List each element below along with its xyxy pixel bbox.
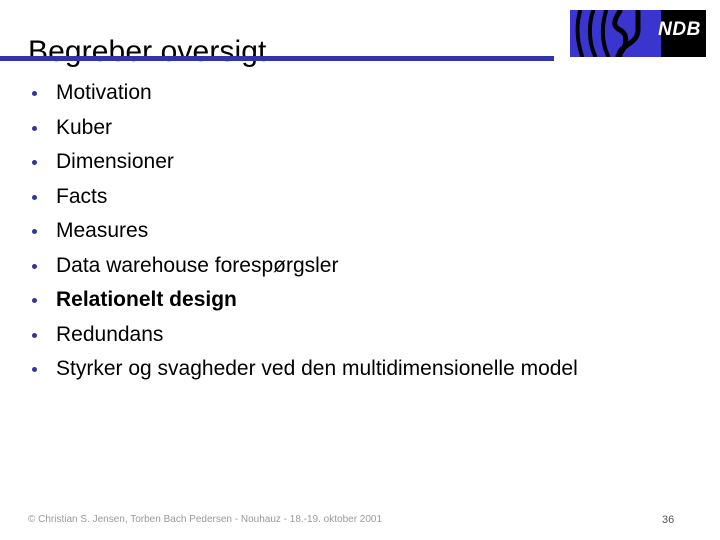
bullet-dot-icon	[32, 367, 37, 372]
bullet-dot-icon	[32, 194, 37, 200]
list-item: Redundans	[28, 318, 688, 353]
bullet-dot-icon	[32, 332, 37, 338]
footer-credit: © Christian S. Jensen, Torben Bach Peder…	[28, 514, 383, 525]
list-item: Facts	[28, 180, 688, 215]
list-item: Dimensioner	[28, 145, 688, 180]
list-item: Relationelt design	[28, 283, 688, 318]
list-item: Measures	[28, 214, 688, 249]
list-item: Styrker og svagheder ved den multidimens…	[28, 352, 688, 387]
bullet-dot-icon	[32, 160, 37, 165]
slide-canvas: Begreber oversigt NDB Motivation Kuber D…	[0, 0, 720, 540]
list-item: Data warehouse forespørgsler	[28, 249, 688, 284]
page-number: 36	[662, 514, 675, 526]
list-item-label: Facts	[56, 184, 108, 208]
bullet-dot-icon	[32, 263, 37, 269]
list-item-label: Measures	[56, 219, 149, 242]
ndb-logo: NDB	[570, 10, 706, 57]
bullet-dot-icon	[32, 91, 37, 96]
list-item-label: Redundans	[56, 322, 164, 346]
bullet-dot-icon	[32, 125, 37, 131]
list-item-label: Styrker og svagheder ved den multidimens…	[56, 357, 578, 380]
page-title: Begreber oversigt	[28, 35, 267, 69]
bullet-dot-icon	[32, 229, 37, 234]
title-divider	[0, 56, 554, 61]
list-item-label: Kuber	[56, 115, 113, 139]
bullet-list: Motivation Kuber Dimensioner Facts Measu…	[28, 76, 688, 387]
list-item-label: Relationelt design	[56, 288, 237, 311]
ndb-logo-text: NDB	[658, 19, 701, 40]
bullet-dot-icon	[32, 298, 37, 303]
list-item: Motivation	[28, 76, 688, 111]
list-item-label: Data warehouse forespørgsler	[56, 253, 339, 277]
list-item-label: Dimensioner	[56, 150, 174, 173]
list-item-label: Motivation	[56, 81, 152, 104]
ndb-logo-mark-icon	[570, 10, 661, 57]
list-item: Kuber	[28, 111, 688, 146]
